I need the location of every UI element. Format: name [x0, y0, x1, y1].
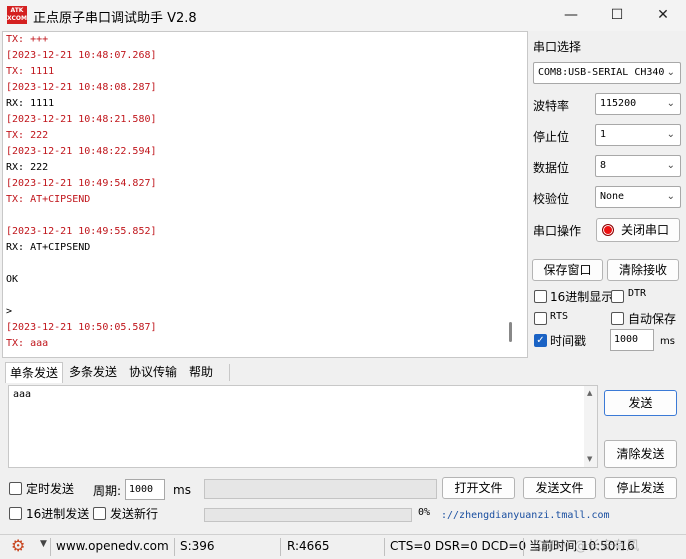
status-separator — [174, 538, 175, 556]
chevron-down-icon: ⌄ — [666, 67, 675, 78]
hex-send-checkbox[interactable] — [9, 507, 22, 520]
send-file-button[interactable]: 发送文件 — [523, 477, 596, 499]
status-separator — [384, 538, 385, 556]
serial-op-label: 串口操作 — [533, 224, 582, 238]
send-newline-checkbox[interactable] — [93, 507, 106, 520]
receive-line: > — [6, 306, 13, 317]
receive-line: [2023-12-21 10:49:55.852] — [6, 226, 157, 237]
hex-send-label: 16进制发送 — [26, 507, 90, 521]
receive-line: [2023-12-21 10:48:08.287] — [6, 82, 157, 93]
receive-line: TX: aaa — [6, 338, 49, 349]
receive-line — [6, 288, 157, 304]
website-link[interactable]: www.openedv.com — [56, 537, 169, 557]
send-progress-bar — [204, 508, 412, 522]
send-newline-label: 发送新行 — [110, 507, 159, 521]
scroll-down-icon[interactable]: ▼ — [587, 455, 592, 463]
scroll-up-icon[interactable]: ▲ — [587, 389, 592, 397]
timestamp-unit-label: ms — [660, 336, 675, 347]
received-count: R:4665 — [287, 539, 330, 553]
stopbits-select[interactable]: 1 ⌄ — [595, 124, 681, 146]
chevron-down-icon[interactable]: ▼ — [40, 539, 47, 549]
sent-count: S:396 — [180, 539, 215, 553]
line-status: CTS=0 DSR=0 DCD=0 — [390, 539, 527, 553]
databits-label: 数据位 — [533, 161, 570, 175]
maximize-button[interactable]: ☐ — [594, 0, 640, 31]
receive-scrollbar[interactable] — [509, 322, 512, 342]
send-button[interactable]: 发送 — [604, 390, 677, 416]
tab-single-send[interactable]: 单条发送 — [5, 362, 63, 383]
clear-send-button[interactable]: 清除发送 — [604, 440, 677, 468]
rts-checkbox[interactable] — [534, 312, 547, 325]
receive-line: [2023-12-21 10:50:05.587] — [6, 322, 157, 333]
receive-line — [6, 256, 157, 272]
hex-display-checkbox[interactable] — [534, 290, 547, 303]
baud-select[interactable]: 115200 ⌄ — [595, 93, 681, 115]
close-button[interactable]: ✕ — [640, 0, 686, 31]
send-progress-text: 0% — [418, 507, 431, 518]
gear-icon[interactable]: ⚙ — [11, 537, 25, 555]
stopbits-label: 停止位 — [533, 130, 570, 144]
chevron-down-icon: ⌄ — [666, 98, 675, 109]
receive-line: TX: 1111 — [6, 66, 55, 77]
period-label: 周期: — [93, 484, 122, 498]
receive-textarea[interactable]: TX: +++ [2023-12-21 10:48:07.268] TX: 1111… — [2, 31, 528, 358]
status-separator — [50, 538, 51, 556]
period-input[interactable]: 1000 — [125, 479, 165, 500]
receive-line: [2023-12-21 10:48:22.594] — [6, 146, 157, 157]
file-progress-area — [204, 479, 437, 499]
receive-line: [2023-12-21 10:48:21.580] — [6, 114, 157, 125]
parity-label: 校验位 — [533, 192, 570, 206]
tab-divider — [229, 364, 230, 381]
timestamp-label: 时间戳 — [550, 334, 587, 348]
send-textarea[interactable]: aaa — [8, 385, 598, 468]
stop-send-button[interactable]: 停止发送 — [604, 477, 677, 499]
clear-receive-button[interactable]: 清除接收 — [607, 259, 679, 281]
open-file-button[interactable]: 打开文件 — [442, 477, 515, 499]
status-separator — [280, 538, 281, 556]
timestamp-checkbox[interactable]: ✓ — [534, 334, 547, 347]
hex-display-label: 16进制显示 — [550, 290, 614, 304]
databits-select[interactable]: 8 ⌄ — [595, 155, 681, 177]
dtr-label: DTR — [628, 288, 647, 299]
auto-save-checkbox[interactable] — [611, 312, 624, 325]
receive-line: OK — [6, 274, 19, 285]
timed-send-checkbox[interactable] — [9, 482, 22, 495]
app-logo: ATK XCOM — [7, 6, 27, 24]
tab-help[interactable]: 帮助 — [186, 362, 216, 383]
receive-line: TX: AT+CIPSEND — [6, 194, 91, 205]
chevron-down-icon: ⌄ — [666, 129, 675, 140]
receive-line — [6, 208, 157, 224]
receive-line: [2023-12-21 10:49:54.827] — [6, 178, 157, 189]
minimize-button[interactable]: — — [548, 0, 594, 31]
auto-save-label: 自动保存 — [628, 312, 677, 326]
status-separator — [523, 538, 524, 556]
receive-lines: TX: +++ [2023-12-21 10:48:07.268] TX: 1111… — [6, 32, 157, 352]
dtr-checkbox[interactable] — [611, 290, 624, 303]
chevron-down-icon: ⌄ — [666, 160, 675, 171]
receive-line: RX: 222 — [6, 162, 49, 173]
port-select[interactable]: COM8:USB-SERIAL CH340 ⌄ — [533, 62, 681, 84]
window-title: 正点原子串口调试助手 V2.8 — [33, 11, 197, 26]
shop-link[interactable]: ://zhengdianyuanzi.tmall.com — [441, 510, 610, 521]
receive-line: TX: 222 — [6, 130, 49, 141]
receive-line: RX: 1111 — [6, 98, 55, 109]
save-window-button[interactable]: 保存窗口 — [532, 259, 603, 281]
close-port-button[interactable]: 关闭串口 — [596, 218, 680, 242]
receive-line: TX: +++ — [6, 34, 49, 45]
parity-select[interactable]: None ⌄ — [595, 186, 681, 208]
period-unit-label: ms — [173, 483, 191, 497]
send-scrollbar[interactable]: ▲ ▼ — [584, 386, 597, 467]
port-label: 串口选择 — [533, 40, 582, 54]
chevron-down-icon: ⌄ — [666, 191, 675, 202]
baud-label: 波特率 — [533, 99, 570, 113]
timed-send-label: 定时发送 — [26, 482, 75, 496]
tab-protocol[interactable]: 协议传输 — [126, 362, 180, 383]
timestamp-interval-input[interactable]: 1000 — [610, 329, 654, 351]
watermark: CSDN @长安有风 — [533, 539, 640, 554]
tab-multi-send[interactable]: 多条发送 — [66, 362, 120, 383]
rts-label: RTS — [550, 311, 569, 322]
red-record-icon — [602, 224, 614, 236]
receive-line: [2023-12-21 10:48:07.268] — [6, 50, 157, 61]
receive-line: RX: AT+CIPSEND — [6, 242, 91, 253]
